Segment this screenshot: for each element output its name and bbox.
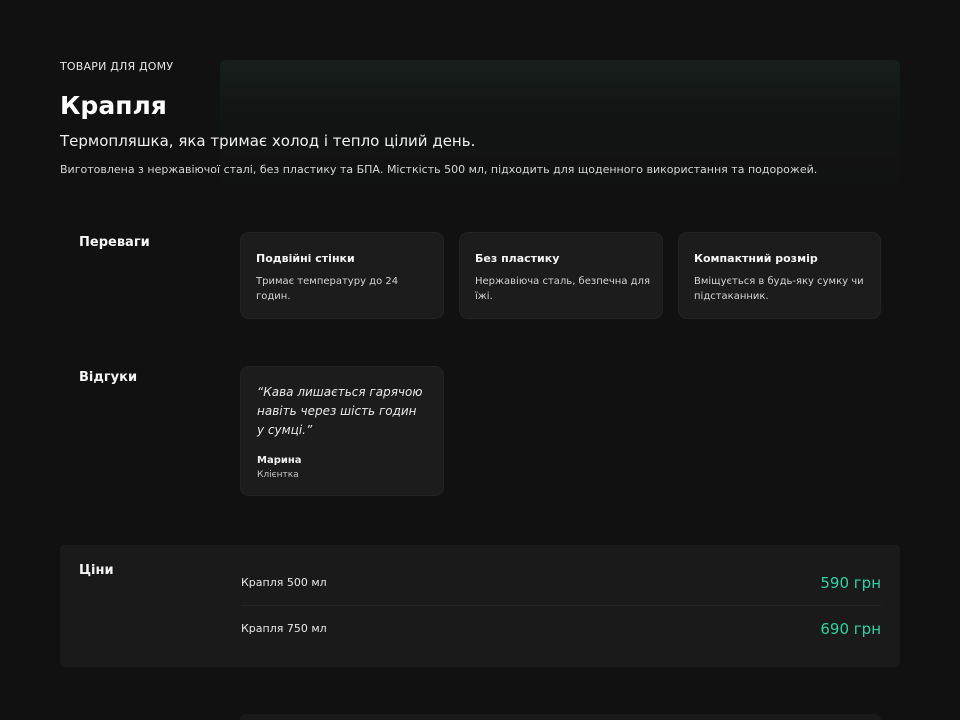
price-row: Крапля 500 мл 590 грн xyxy=(241,562,881,604)
page-title: Крапля xyxy=(60,91,167,120)
advantage-title: Без пластику xyxy=(475,252,560,265)
advantage-text: Тримає температуру до 24 годин. xyxy=(256,276,399,302)
price-row: Крапля 750 мл 690 грн xyxy=(241,608,881,650)
review-author-role: Клієнтка xyxy=(257,470,299,480)
advantages-heading: Переваги xyxy=(79,235,150,250)
price-divider xyxy=(241,605,881,606)
review-quote: “Кава лишається гарячою навіть через шіс… xyxy=(257,385,423,437)
price-value: 590 грн xyxy=(820,574,881,592)
product-page: ТОВАРИ ДЛЯ ДОМУ Крапля Термопляшка, яка … xyxy=(0,0,960,720)
reviews-heading: Відгуки xyxy=(79,370,138,385)
prices-heading: Ціни xyxy=(79,563,114,578)
price-product-name: Крапля 500 мл xyxy=(241,576,327,589)
advantage-card: Без пластику Нержавіюча сталь, безпечна … xyxy=(459,232,663,319)
hero-section: ТОВАРИ ДЛЯ ДОМУ Крапля Термопляшка, яка … xyxy=(60,60,900,178)
category-eyebrow: ТОВАРИ ДЛЯ ДОМУ xyxy=(60,60,174,73)
next-section-card xyxy=(240,714,881,720)
product-subtitle: Термопляшка, яка тримає холод і тепло ці… xyxy=(60,132,476,150)
prices-panel: Ціни Крапля 500 мл 590 грн Крапля 750 мл… xyxy=(60,545,900,667)
review-card: “Кава лишається гарячою навіть через шіс… xyxy=(240,366,444,496)
advantage-card: Компактний розмір Вміщується в будь-яку … xyxy=(678,232,881,319)
advantage-text: Нержавіюча сталь, безпечна для їжі. xyxy=(475,276,650,302)
price-product-name: Крапля 750 мл xyxy=(241,622,327,635)
advantage-text: Вміщується в будь-яку сумку чи підстакан… xyxy=(694,276,864,302)
product-description: Виготовлена з нержавіючої сталі, без пла… xyxy=(60,163,818,176)
price-value: 690 грн xyxy=(820,620,881,638)
review-author: Марина xyxy=(257,455,302,466)
advantage-title: Подвійні стінки xyxy=(256,252,355,265)
advantage-card: Подвійні стінки Тримає температуру до 24… xyxy=(240,232,444,319)
advantage-title: Компактний розмір xyxy=(694,252,818,265)
